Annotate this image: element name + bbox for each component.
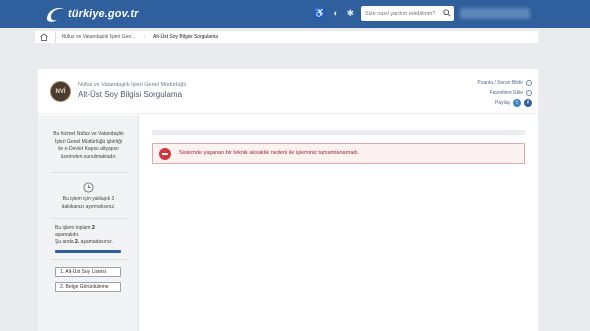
estimated-duration: Bu işlem için yaklaşık 3 dakikanızı ayır… xyxy=(61,196,116,210)
contrast-icon[interactable]: ◐ xyxy=(333,8,338,19)
step-button-1[interactable]: 1. Alt-Üst Soy Listesi xyxy=(55,267,121,277)
steps-current-suffix: aşamadasınız. xyxy=(80,239,114,245)
favorite-link-label: Favorilere Ekle xyxy=(489,90,523,96)
rate-link-label: Puanla / Sorun Bildir xyxy=(477,80,523,86)
breadcrumb-item-agency[interactable]: Nüfus ve Vatandaşlık İşleri Gen... xyxy=(62,34,136,40)
accessibility-icon[interactable]: ♿ xyxy=(314,8,325,19)
service-sidebar: Bu hizmet Nüfus ve Vatandaşlık İşleri Ge… xyxy=(38,115,139,331)
service-provider-info: Bu hizmet Nüfus ve Vatandaşlık İşleri Ge… xyxy=(53,131,124,160)
step-button-2[interactable]: 2. Belge Görüntüleme xyxy=(55,282,121,292)
search-input[interactable] xyxy=(361,7,441,20)
steps-total-suffix: aşamalıdır. xyxy=(55,232,80,238)
home-icon[interactable] xyxy=(39,32,49,42)
error-message: Sistemde yaşanan bir teknik aksaklık ned… xyxy=(179,150,360,156)
service-actions: Puanla / Sorun Bildir Favorilere Ekle Pa… xyxy=(477,78,532,108)
site-logo[interactable]: türkiye.gov.tr xyxy=(44,5,138,23)
breadcrumb: Nüfus ve Vatandaşlık İşleri Gen... › Alt… xyxy=(35,31,538,43)
top-header: türkiye.gov.tr ♿ ◐ ✱ xyxy=(0,0,590,28)
search-box[interactable] xyxy=(361,6,454,21)
settings-icon[interactable]: ✱ xyxy=(347,8,355,19)
breadcrumb-chevron-icon: › xyxy=(143,34,146,40)
twitter-icon[interactable]: t xyxy=(513,99,521,107)
step-progress-fill xyxy=(55,250,121,253)
star-icon xyxy=(526,90,532,96)
share-label: Paylaş xyxy=(494,100,510,106)
breadcrumb-item-current: Alt-Üst Soy Bilgisi Sorgulama xyxy=(153,34,219,40)
steps-current-prefix: Şu anda xyxy=(55,239,74,245)
page-title: Alt-Üst Soy Bilgisi Sorgulama xyxy=(78,90,183,99)
sidebar-divider xyxy=(50,218,127,219)
logo-text: türkiye.gov.tr xyxy=(68,8,139,20)
steps-total-prefix: Bu işlem toplam xyxy=(55,225,91,231)
favorite-link[interactable]: Favorilere Ekle xyxy=(477,88,532,98)
error-alert: Sistemde yaşanan bir teknik aksaklık ned… xyxy=(152,143,525,164)
agency-seal-logo: NVİ xyxy=(50,81,71,102)
steps-total-value: 2 xyxy=(91,225,95,231)
logo-swoosh-icon xyxy=(47,8,64,22)
rate-link[interactable]: Puanla / Sorun Bildir xyxy=(477,78,532,88)
share-row: Paylaş t f xyxy=(477,98,532,108)
sidebar-divider xyxy=(50,259,127,260)
sidebar-divider xyxy=(50,172,127,173)
breadcrumb-divider xyxy=(55,31,56,43)
user-menu-blurred[interactable] xyxy=(460,8,530,19)
steps-current-value: 2. xyxy=(75,239,80,245)
error-icon xyxy=(159,148,171,160)
step-count-text: Bu işlem toplam 2 aşamalıdır. Şu anda 2.… xyxy=(55,225,113,246)
facebook-icon[interactable]: f xyxy=(524,99,532,107)
service-header: NVİ Nüfus ve Vatandaşlık İşleri Genel Mü… xyxy=(38,69,538,114)
service-card: NVİ Nüfus ve Vatandaşlık İşleri Genel Mü… xyxy=(38,69,538,331)
feedback-icon xyxy=(526,80,532,86)
agency-name[interactable]: Nüfus ve Vatandaşlık İşleri Genel Müdürl… xyxy=(78,82,186,88)
clock-icon xyxy=(83,182,94,193)
step-progress-bar xyxy=(55,250,121,253)
content-header-strip xyxy=(152,130,525,135)
search-icon[interactable] xyxy=(443,9,451,17)
